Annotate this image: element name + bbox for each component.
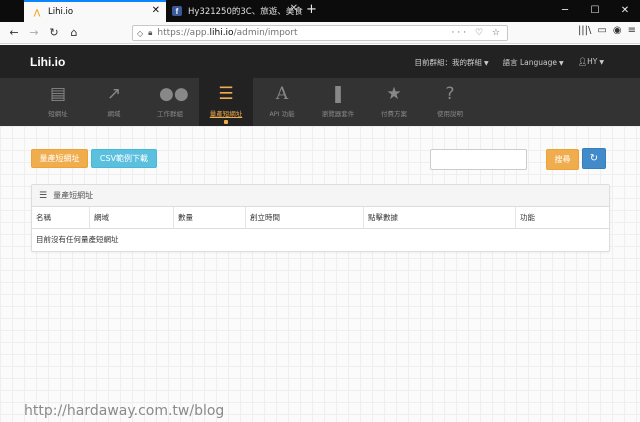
active-indicator — [224, 120, 228, 124]
module-label: 工作群組 — [157, 110, 183, 118]
reload-icon[interactable]: ↻ — [46, 25, 62, 41]
close-icon[interactable]: ✕ — [152, 5, 160, 16]
sidebar-icon[interactable]: ▭ — [597, 25, 606, 36]
module-short-urls[interactable]: ▤ 短網址 — [31, 78, 85, 126]
app-header: Lihi.io 目前群組：我的群組 ▼ 語言 Language ▼ 👤︎HY ▼ — [0, 45, 640, 78]
watermark-text: http://hardaway.com.tw/blog — [24, 403, 225, 419]
url-host: lihi.io — [209, 28, 234, 38]
module-label: 網域 — [107, 110, 121, 118]
search-button[interactable]: 搜尋 — [546, 149, 579, 170]
group-label: 目前群組：我的群組 — [414, 58, 482, 67]
column-header-created[interactable]: 創立時間 — [246, 207, 364, 229]
url-bar[interactable]: ◇ 🔒︎ https://app. lihi.io/admin/import ··… — [132, 25, 508, 41]
panel-heading: ☰ 量產短網址 — [32, 185, 609, 207]
module-nav: ▤ 短網址 ↗ 網域 ●● 工作群組 ☰ 量產短網址 A API 功能 ❚ 瀏覽… — [0, 78, 640, 126]
th-list-icon: ☰ — [218, 84, 234, 104]
library-icon[interactable]: |||\ — [578, 25, 591, 36]
table-header: 名稱 網域 數量 創立時間 點擊數據 功能 — [32, 207, 609, 229]
browser-tab-bar: ⋀ Lihi.io ✕ f Hy321250的3C、旅遊、美食 ✕ + ─ ☐ … — [0, 0, 640, 22]
maximize-icon[interactable]: ☐ — [580, 0, 610, 22]
caret-down-icon: ▼ — [558, 60, 564, 67]
module-label: 瀏覽器套件 — [321, 110, 355, 118]
account-icon[interactable]: ◉ — [613, 25, 622, 36]
star-icon: ★ — [386, 84, 402, 104]
facebook-icon: f — [172, 6, 182, 16]
window-controls: ─ ☐ ✕ — [550, 0, 640, 22]
language-dropdown[interactable]: 語言 Language ▼ — [503, 57, 564, 68]
question-circle-icon: ? — [445, 84, 455, 104]
browser-nav-bar: ← → ↻ ⌂ ◇ 🔒︎ https://app. lihi.io/admin/i… — [0, 22, 640, 44]
empty-table-message: 目前沒有任何量產短網址 — [36, 235, 119, 244]
module-label: API 功能 — [269, 110, 295, 118]
new-tab-icon[interactable]: + — [306, 2, 317, 17]
user-icon: 👤︎ — [577, 57, 588, 66]
user-label: HY — [587, 57, 598, 66]
column-header-clicks[interactable]: 點擊數據 — [364, 207, 516, 229]
users-icon: ●● — [159, 84, 189, 104]
module-domains[interactable]: ↗ 網域 — [87, 78, 141, 126]
module-label: 量產短網址 — [209, 110, 243, 118]
bulk-urls-panel: ☰ 量產短網址 名稱 網域 數量 創立時間 點擊數據 功能 目前沒有任何量產短網… — [31, 184, 610, 252]
url-path: /admin/import — [233, 28, 298, 38]
browser-toolbar-right: |||\ ▭ ◉ ≡ — [578, 25, 636, 36]
module-label: 短網址 — [48, 110, 68, 118]
page-actions-icon[interactable]: ··· ♡ ☆ — [452, 26, 503, 40]
refresh-icon: ↻ — [589, 153, 599, 164]
panel-title: 量產短網址 — [53, 191, 94, 200]
caret-down-icon: ▼ — [483, 60, 489, 67]
column-header-actions: 功能 — [520, 213, 535, 222]
language-label: 語言 Language — [502, 58, 557, 67]
module-label: 使用說明 — [437, 110, 463, 118]
header-links: 目前群組：我的群組 ▼ 語言 Language ▼ 👤︎HY ▼ — [414, 57, 604, 68]
module-workgroups[interactable]: ●● 工作群組 — [143, 78, 197, 126]
lihi-logo-icon: ⋀ — [33, 7, 41, 17]
th-list-icon: ☰ — [39, 190, 48, 201]
forward-icon[interactable]: → — [26, 25, 42, 41]
lock-icon[interactable]: 🔒︎ — [148, 28, 152, 38]
search-input[interactable] — [430, 149, 527, 170]
list-alt-icon: ▤ — [49, 84, 67, 104]
url-protocol: https://app. — [157, 28, 210, 38]
browser-tab-lihi[interactable]: ⋀ Lihi.io ✕ — [24, 0, 166, 22]
column-header-domain[interactable]: 網域 — [90, 207, 174, 229]
tab-title: Lihi.io — [48, 7, 74, 17]
module-api[interactable]: A API 功能 — [255, 78, 309, 126]
column-header-count[interactable]: 數量 — [174, 207, 246, 229]
main-content: 量產短網址 CSV範例下載 搜尋 ↻ ☰ 量產短網址 名稱 網域 數量 創立時間… — [0, 126, 640, 422]
tab-title: Hy321250的3C、旅遊、美食 — [188, 7, 303, 17]
minimize-icon[interactable]: ─ — [550, 0, 580, 22]
column-header-name[interactable]: 名稱 — [32, 207, 90, 229]
window-close-icon[interactable]: ✕ — [610, 0, 640, 22]
bulk-short-url-button[interactable]: 量產短網址 — [31, 149, 88, 168]
api-font-icon: A — [275, 84, 289, 104]
back-icon[interactable]: ← — [6, 25, 22, 41]
shield-icon[interactable]: ◇ — [137, 29, 143, 38]
module-label: 付費方案 — [381, 110, 407, 118]
external-link-icon: ↗ — [106, 84, 122, 104]
module-browser-extension[interactable]: ❚ 瀏覽器套件 — [311, 78, 365, 126]
refresh-button[interactable]: ↻ — [582, 148, 606, 169]
group-dropdown[interactable]: 目前群組：我的群組 ▼ — [414, 57, 488, 68]
caret-down-icon: ▼ — [599, 59, 604, 66]
home-icon[interactable]: ⌂ — [66, 25, 82, 41]
user-dropdown[interactable]: 👤︎HY ▼ — [578, 57, 604, 68]
module-bulk-short-urls[interactable]: ☰ 量產短網址 — [199, 78, 253, 126]
module-pricing[interactable]: ★ 付費方案 — [367, 78, 421, 126]
browser-tab-facebook[interactable]: f Hy321250的3C、旅遊、美食 ✕ — [166, 0, 304, 22]
brand-logo[interactable]: Lihi.io — [30, 55, 65, 69]
module-help[interactable]: ? 使用說明 — [423, 78, 477, 126]
bookmark-icon: ❚ — [330, 84, 346, 104]
menu-icon[interactable]: ≡ — [628, 25, 636, 36]
close-icon[interactable]: ✕ — [290, 3, 298, 14]
csv-example-download-button[interactable]: CSV範例下載 — [91, 149, 157, 168]
